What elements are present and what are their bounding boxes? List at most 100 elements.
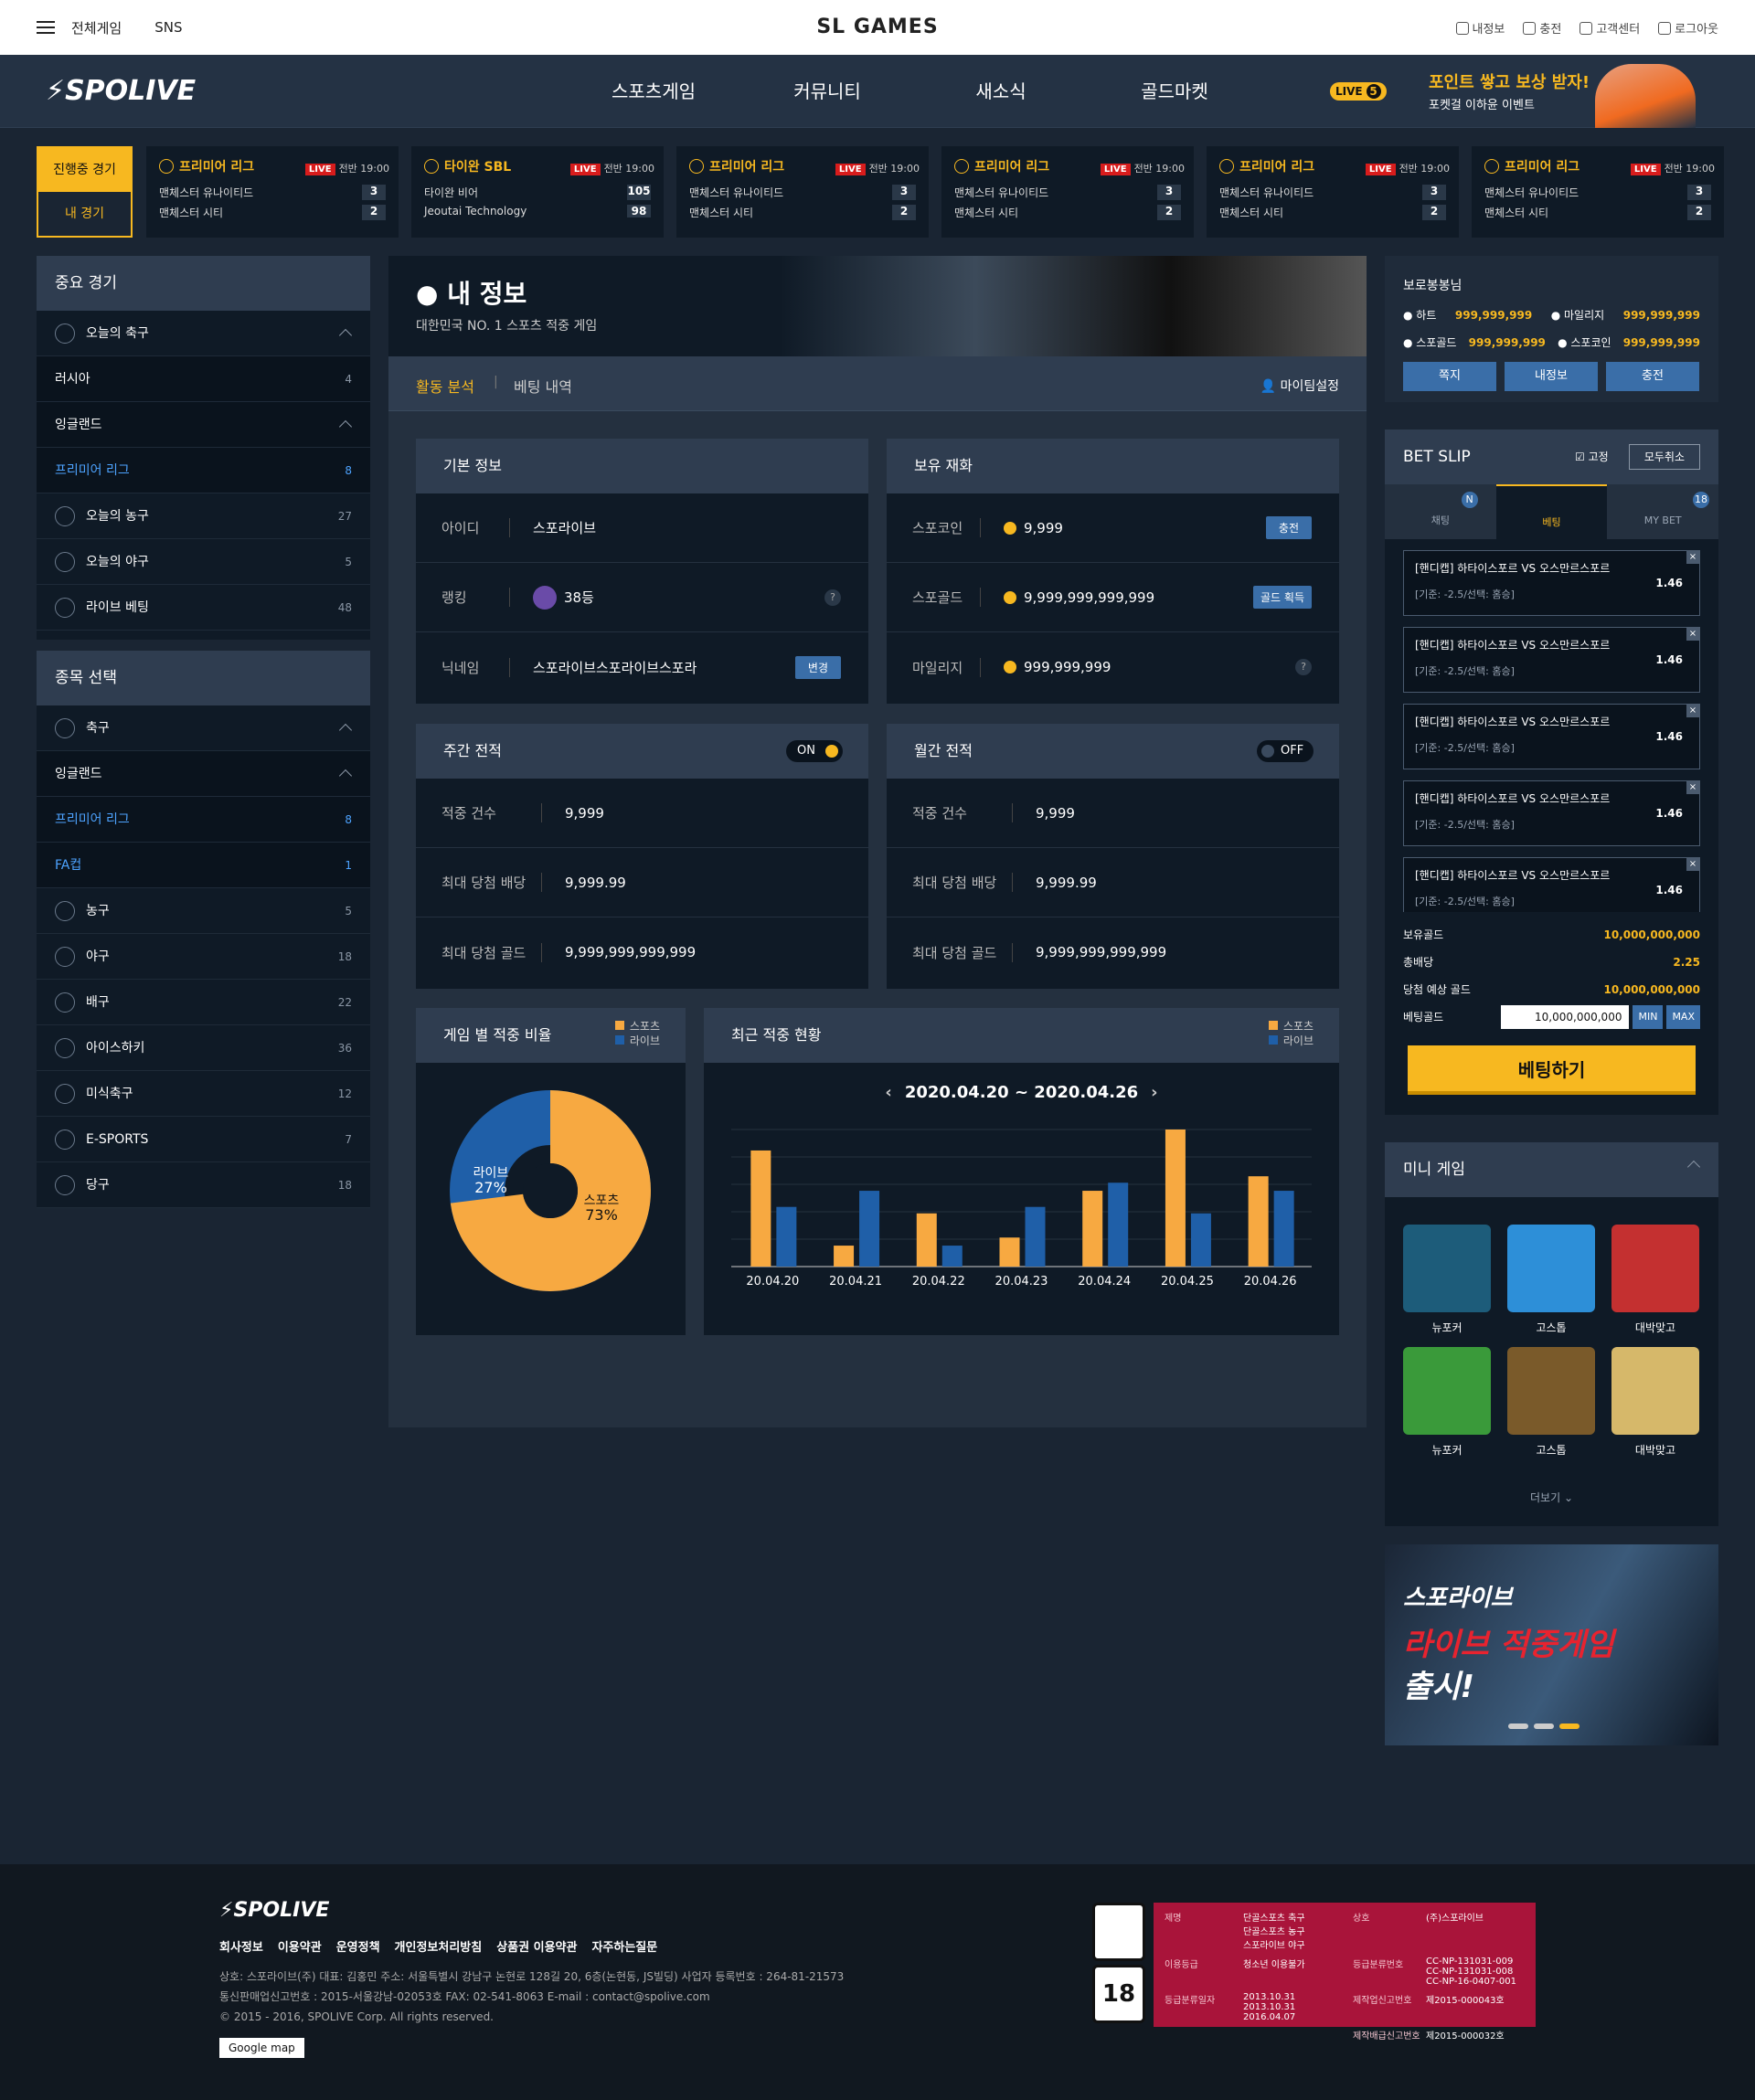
nav-community[interactable]: 커뮤니티 <box>740 55 914 128</box>
support-link[interactable]: 고객센터 <box>1580 19 1640 37</box>
mini-game-tile[interactable]: 뉴포커 <box>1403 1347 1491 1458</box>
chevron-up-icon[interactable] <box>338 723 353 737</box>
promo-banner[interactable]: LIVE 5 포인트 쌓고 보상 받자! 포켓걸 이하윤 이벤트 <box>1330 64 1696 128</box>
tab-chat[interactable]: 채팅 N <box>1385 484 1496 539</box>
chevron-up-icon[interactable] <box>338 328 353 343</box>
sidebar-item[interactable]: 잉글랜드 <box>37 751 370 797</box>
charge-button[interactable]: 충전 <box>1265 516 1312 539</box>
logout-link[interactable]: 로그아웃 <box>1658 19 1718 37</box>
max-button[interactable]: MAX <box>1666 1005 1700 1029</box>
help-icon[interactable]: ? <box>824 589 841 606</box>
message-button[interactable]: 쪽지 <box>1403 362 1496 391</box>
sidebar-item[interactable]: 라이브 베팅 48 <box>37 585 370 631</box>
live-match-card[interactable]: 프리미어 리그 LIVE 전반 19:00 맨체스터 유나이티드 3 맨체스터 시티… <box>1207 146 1459 238</box>
rank-medal-icon <box>533 585 557 610</box>
chevron-up-icon[interactable] <box>338 769 353 783</box>
max-gold-label: 최대 당첨 골드 <box>441 942 542 962</box>
footer-link[interactable]: 개인정보처리방침 <box>395 1937 483 1955</box>
score-away: 2 <box>362 205 386 220</box>
spogold-value: 9,999,999,999,999 <box>1024 589 1155 606</box>
my-info-section: ● 내 정보 대한민국 NO. 1 스포츠 적중 게임 활동 분석 | 베팅 내… <box>388 256 1367 1427</box>
bet-slip-item[interactable]: [핸디캡] 하타이스포르 VS 오스만르스포르 [기준: -2.5/선택: 홈승]… <box>1403 780 1700 846</box>
google-map-button[interactable]: Google map <box>219 2038 304 2058</box>
footer-link[interactable]: 상품권 이용약관 <box>496 1937 577 1955</box>
mini-game-tile[interactable]: 뉴포커 <box>1403 1225 1491 1335</box>
pin-checkbox[interactable]: ☑ 고정 <box>1575 430 1609 484</box>
collapse-icon[interactable] <box>1686 1160 1701 1174</box>
tab-activity-analysis[interactable]: 활동 분석 <box>416 375 474 397</box>
my-team-settings-link[interactable]: 👤 마이팀설정 <box>1260 377 1339 395</box>
footer-link[interactable]: 자주하는질문 <box>591 1937 657 1955</box>
sidebar-item[interactable]: 러시아 4 <box>37 356 370 402</box>
tab-my-bet[interactable]: MY BET 18 <box>1607 484 1718 539</box>
mini-game-tile[interactable]: 고스톱 <box>1507 1347 1595 1458</box>
bet-slip-item[interactable]: [핸디캡] 하타이스포르 VS 오스만르스포르 [기준: -2.5/선택: 홈승]… <box>1403 704 1700 769</box>
footer-link[interactable]: 운영정책 <box>336 1937 380 1955</box>
sidebar-item[interactable]: 오늘의 농구 27 <box>37 493 370 539</box>
footer-link[interactable]: 회사정보 <box>219 1937 263 1955</box>
live-match-card[interactable]: 프리미어 리그 LIVE 전반 19:00 맨체스터 유나이티드 3 맨체스터 시티… <box>941 146 1194 238</box>
bet-gold-input[interactable]: 10,000,000,000 <box>1501 1005 1630 1029</box>
live-count-badge[interactable]: LIVE 5 <box>1330 82 1387 101</box>
pager-dot-active[interactable] <box>1559 1723 1580 1729</box>
sidebar-item[interactable]: FA컵 1 <box>37 843 370 888</box>
bet-slip-item[interactable]: [핸디캡] 하타이스포르 VS 오스만르스포르 [기준: -2.5/선택: 홈승]… <box>1403 627 1700 693</box>
change-nickname-button[interactable]: 변경 <box>794 655 841 679</box>
live-game-banner[interactable]: 스포라이브 라이브 적중게임 출시! <box>1385 1544 1718 1745</box>
get-gold-button[interactable]: 골드 획득 <box>1253 586 1312 609</box>
sidebar-item[interactable]: 프리미어 리그 8 <box>37 797 370 843</box>
more-button[interactable]: 더보기 ⌄ <box>1385 1490 1718 1505</box>
bet-slip-item[interactable]: [핸디캡] 하타이스포르 VS 오스만르스포르 [기준: -2.5/선택: 홈승]… <box>1403 857 1700 912</box>
clear-all-button[interactable]: 모두취소 <box>1628 444 1700 470</box>
tab-bet-history[interactable]: 베팅 내역 <box>514 375 572 397</box>
sidebar-item[interactable]: 잉글랜드 <box>37 402 370 448</box>
sidebar-item[interactable]: E-SPORTS 7 <box>37 1117 370 1162</box>
charge-button[interactable]: 충전 <box>1606 362 1699 391</box>
sidebar-item[interactable]: 프리미어 리그 8 <box>37 448 370 493</box>
sidebar-item[interactable]: 오늘의 축구 <box>37 311 370 356</box>
tab-live-matches[interactable]: 진행중 경기 <box>38 148 131 192</box>
sidebar-item[interactable]: 야구 18 <box>37 934 370 980</box>
close-icon[interactable]: × <box>1686 781 1699 794</box>
place-bet-button[interactable]: 베팅하기 <box>1408 1045 1696 1095</box>
sidebar-item[interactable]: 당구 18 <box>37 1162 370 1208</box>
chevron-up-icon[interactable] <box>338 419 353 434</box>
my-info-button[interactable]: 내정보 <box>1505 362 1598 391</box>
min-button[interactable]: MIN <box>1633 1005 1664 1029</box>
tab-my-matches[interactable]: 내 경기 <box>38 192 131 236</box>
spolive-logo[interactable]: ⚡SPOLIVE <box>46 75 196 107</box>
tab-betting[interactable]: 베팅 <box>1495 484 1608 539</box>
pager-dot[interactable] <box>1508 1723 1528 1729</box>
sidebar-item[interactable]: 오늘의 야구 5 <box>37 539 370 585</box>
close-icon[interactable]: × <box>1686 628 1699 641</box>
prev-week-arrow[interactable]: ‹ <box>885 1083 891 1102</box>
close-icon[interactable]: × <box>1686 551 1699 564</box>
nav-gold-market[interactable]: 골드마켓 <box>1088 55 1261 128</box>
mini-game-tile[interactable]: 고스톱 <box>1507 1225 1595 1335</box>
nav-sports-game[interactable]: 스포츠게임 <box>567 55 740 128</box>
expected-gold-value: 10,000,000,000 <box>1603 983 1700 996</box>
weekly-toggle[interactable]: ON <box>786 740 843 762</box>
my-info-link[interactable]: 내정보 <box>1455 19 1505 37</box>
mini-game-tile[interactable]: 대박맞고 <box>1611 1225 1699 1335</box>
sidebar-item[interactable]: 농구 5 <box>37 888 370 934</box>
next-week-arrow[interactable]: › <box>1151 1083 1157 1102</box>
sidebar-item[interactable]: 배구 22 <box>37 980 370 1025</box>
sidebar-item[interactable]: 미식축구 12 <box>37 1071 370 1117</box>
mini-game-tile[interactable]: 대박맞고 <box>1611 1347 1699 1458</box>
sidebar-item[interactable]: 아이스하키 36 <box>37 1025 370 1071</box>
sidebar-item[interactable]: 축구 <box>37 705 370 751</box>
charge-link[interactable]: 충전 <box>1523 19 1561 37</box>
footer-link[interactable]: 이용약관 <box>278 1937 322 1955</box>
help-icon[interactable]: ? <box>1295 659 1312 675</box>
live-match-card[interactable]: 프리미어 리그 LIVE 전반 19:00 맨체스터 유나이티드 3 맨체스터 시티… <box>1472 146 1724 238</box>
close-icon[interactable]: × <box>1686 705 1699 717</box>
live-match-card[interactable]: 타이완 SBL LIVE 전반 19:00 타이완 비어 105 Jeoutai T… <box>411 146 664 238</box>
monthly-toggle[interactable]: OFF <box>1257 740 1314 762</box>
pager-dot[interactable] <box>1534 1723 1554 1729</box>
nav-news[interactable]: 새소식 <box>914 55 1088 128</box>
live-match-card[interactable]: 프리미어 리그 LIVE 전반 19:00 맨체스터 유나이티드 3 맨체스터 시티… <box>676 146 929 238</box>
live-match-card[interactable]: 프리미어 리그 LIVE 전반 19:00 맨체스터 유나이티드 3 맨체스터 시티… <box>146 146 399 238</box>
close-icon[interactable]: × <box>1686 858 1699 871</box>
bet-slip-item[interactable]: [핸디캡] 하타이스포르 VS 오스만르스포르 [기준: -2.5/선택: 홈승]… <box>1403 550 1700 616</box>
